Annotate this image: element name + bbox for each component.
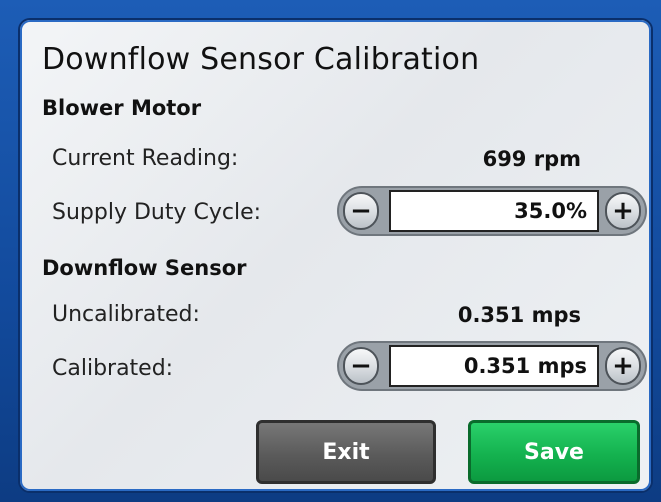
save-button[interactable]: Save bbox=[468, 420, 640, 484]
calibrated-stepper: − 0.351 mps + bbox=[337, 341, 647, 391]
plus-icon: + bbox=[612, 196, 634, 226]
uncalibrated-label: Uncalibrated: bbox=[52, 302, 200, 327]
calibrated-increase-button[interactable]: + bbox=[605, 347, 641, 385]
calibrated-decrease-button[interactable]: − bbox=[343, 347, 379, 385]
uncalibrated-value: 0.351 mps bbox=[457, 303, 581, 327]
calibration-dialog: Downflow Sensor Calibration Blower Motor… bbox=[18, 18, 653, 493]
blower-motor-heading: Blower Motor bbox=[42, 96, 202, 120]
supply-duty-cycle-stepper: − 35.0% + bbox=[337, 186, 647, 236]
minus-icon: − bbox=[350, 351, 372, 381]
current-reading-label: Current Reading: bbox=[52, 146, 239, 171]
supply-duty-cycle-label: Supply Duty Cycle: bbox=[52, 200, 262, 225]
plus-icon: + bbox=[612, 351, 634, 381]
calibrated-field[interactable]: 0.351 mps bbox=[389, 345, 599, 387]
exit-button[interactable]: Exit bbox=[256, 420, 436, 484]
window-frame: Downflow Sensor Calibration Blower Motor… bbox=[0, 0, 661, 502]
downflow-sensor-heading: Downflow Sensor bbox=[42, 256, 247, 280]
minus-icon: − bbox=[350, 196, 372, 226]
current-reading-value: 699 rpm bbox=[482, 147, 581, 171]
calibrated-label: Calibrated: bbox=[52, 356, 174, 381]
duty-cycle-increase-button[interactable]: + bbox=[605, 192, 641, 230]
duty-cycle-field[interactable]: 35.0% bbox=[389, 190, 599, 232]
duty-cycle-decrease-button[interactable]: − bbox=[343, 192, 379, 230]
dialog-title: Downflow Sensor Calibration bbox=[42, 42, 480, 77]
